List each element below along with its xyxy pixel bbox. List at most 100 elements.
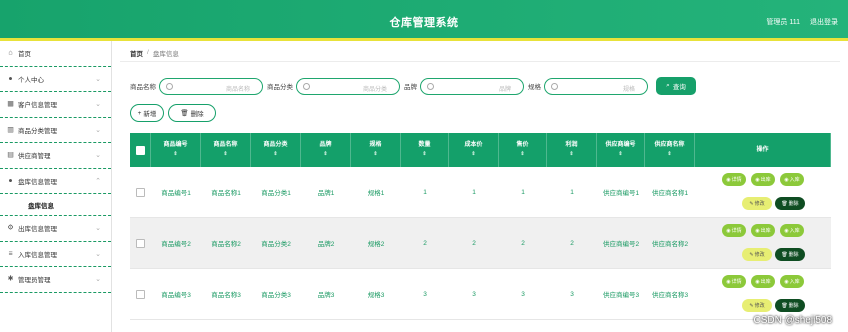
outbound-button[interactable]: ◉ 出库 — [751, 224, 775, 237]
inbound-label: 入库 — [789, 228, 800, 234]
row-delete-button[interactable]: 🗑 删除 — [775, 197, 805, 210]
user-icon: ● — [8, 177, 13, 185]
checkbox[interactable] — [136, 289, 145, 299]
table-cell: 2 — [570, 239, 574, 247]
input-placeholder: 品牌 — [498, 86, 511, 93]
sidebar-item-label: 出库信息管理 — [18, 226, 57, 234]
column-header[interactable]: 售价 ⇕ — [499, 133, 547, 167]
table-cell: 商品名称3 — [211, 292, 241, 299]
outbound-button[interactable]: ◉ 出库 — [751, 173, 775, 186]
checkbox[interactable] — [136, 238, 145, 248]
column-header[interactable]: 供应商名称 ⇕ — [645, 133, 695, 167]
table-row: 商品编号1 商品名称1 商品分类1 品牌1 规格1 1 1 1 1 供应商编号1… — [130, 167, 831, 218]
column-header[interactable]: 品牌 ⇕ — [301, 133, 351, 167]
sidebar-item-inventory[interactable]: ● 盘库信息管理 ⌃ — [0, 169, 111, 194]
column-header[interactable]: 商品编号 ⇕ — [151, 133, 201, 167]
input-placeholder: 商品分类 — [362, 86, 387, 93]
column-header[interactable]: 商品分类 ⇕ — [251, 133, 301, 167]
plus-icon: + — [137, 109, 142, 117]
top-user-area: 管理员 111 退出登录 — [766, 17, 838, 27]
row-delete-button[interactable]: 🗑 删除 — [775, 299, 805, 312]
header-select-all[interactable] — [130, 133, 151, 167]
brand-input[interactable]: 品牌 — [420, 77, 524, 95]
column-header[interactable]: 成本价 ⇕ — [449, 133, 499, 167]
search-bar: 商品名称 商品名称 商品分类 商品分类 品牌 品牌 规格 规格 ⌕ 查询 — [130, 77, 696, 95]
sidebar-item-home[interactable]: ⌂ 首页 — [0, 41, 111, 67]
breadcrumb-home[interactable]: 首页 — [130, 48, 143, 58]
edit-label: 修改 — [754, 252, 765, 258]
inbound-button[interactable]: ◉ 入库 — [780, 275, 804, 288]
sidebar-item-label: 商品分类管理 — [18, 127, 57, 135]
eye-icon: ◉ — [755, 176, 760, 183]
logout-link[interactable]: 退出登录 — [810, 17, 838, 27]
sidebar-item-suppliers[interactable]: ▤ 供应商管理 ⌄ — [0, 143, 111, 169]
edit-button[interactable]: ✎ 修改 — [742, 248, 772, 261]
eye-icon: ◉ — [755, 278, 760, 285]
checkbox[interactable] — [135, 145, 145, 155]
table-cell: 供应商编号2 — [602, 241, 640, 248]
eye-icon: ◉ — [784, 227, 789, 234]
gear-icon: ⚙ — [7, 224, 14, 232]
pencil-icon: ✎ — [749, 302, 754, 309]
sidebar-item-customers[interactable]: ▦ 客户信息管理 ⌄ — [0, 92, 111, 118]
detail-label: 详情 — [731, 228, 742, 234]
sidebar-item-personal[interactable]: ● 个人中心 ⌄ — [0, 67, 111, 92]
sidebar-item-categories[interactable]: ▥ 商品分类管理 ⌄ — [0, 118, 111, 143]
table-cell: 规格2 — [367, 241, 385, 248]
eye-icon: ◉ — [726, 227, 731, 234]
delete-button[interactable]: 🗑 删除 — [168, 104, 216, 122]
column-header[interactable]: 供应商编号 ⇕ — [597, 133, 645, 167]
column-header[interactable]: 利润 ⇕ — [547, 133, 597, 167]
detail-button[interactable]: ◉ 详情 — [722, 224, 746, 237]
column-title: 规格 — [369, 142, 382, 148]
column-header[interactable]: 商品名称 ⇕ — [201, 133, 251, 167]
column-header[interactable]: 数量 ⇕ — [401, 133, 449, 167]
input-placeholder: 规格 — [622, 86, 635, 93]
search-button[interactable]: ⌕ 查询 — [656, 77, 696, 95]
sort-icon: ⇕ — [273, 151, 278, 157]
outbound-label: 出库 — [760, 228, 771, 234]
outbound-button[interactable]: ◉ 出库 — [751, 275, 775, 288]
search-button-label: 查询 — [672, 84, 686, 91]
inbound-button[interactable]: ◉ 入库 — [780, 173, 804, 186]
detail-label: 详情 — [731, 279, 742, 285]
sidebar-subitem-inventory-info[interactable]: 盘库信息 — [0, 194, 111, 216]
column-title: 供应商编号 — [605, 142, 636, 148]
eye-icon: ◉ — [726, 176, 731, 183]
product-name-input[interactable]: 商品名称 — [159, 77, 263, 95]
table-cell: 1 — [472, 188, 476, 196]
search-icon: ⌕ — [666, 82, 670, 89]
row-select[interactable] — [130, 167, 151, 217]
sidebar-item-label: 入库信息管理 — [18, 251, 57, 259]
column-header[interactable]: 规格 ⇕ — [351, 133, 401, 167]
spec-input[interactable]: 规格 — [544, 77, 648, 95]
trash-icon: 🗑 — [781, 302, 788, 309]
delete-label: 删除 — [788, 201, 799, 207]
table-cell: 商品编号3 — [161, 292, 191, 299]
delete-button-label: 删除 — [190, 111, 204, 118]
home-icon: ⌂ — [8, 49, 13, 57]
sidebar-item-admins[interactable]: ✱ 管理员管理 ⌄ — [0, 267, 111, 293]
sort-icon: ⇕ — [173, 151, 178, 157]
search-icon — [427, 82, 434, 90]
inbound-label: 入库 — [789, 279, 800, 285]
row-delete-button[interactable]: 🗑 删除 — [775, 248, 805, 261]
table-cell: 2 — [472, 239, 476, 247]
store-icon: ▤ — [7, 151, 14, 159]
edit-button[interactable]: ✎ 修改 — [742, 299, 772, 312]
row-select[interactable] — [130, 218, 151, 268]
checkbox[interactable] — [136, 187, 145, 197]
sort-icon: ⇕ — [569, 151, 574, 157]
edit-button[interactable]: ✎ 修改 — [742, 197, 772, 210]
row-select[interactable] — [130, 269, 151, 319]
add-button[interactable]: + 新增 — [130, 104, 164, 122]
sidebar-item-outbound[interactable]: ⚙ 出库信息管理 ⌄ — [0, 216, 111, 242]
product-category-input[interactable]: 商品分类 — [296, 77, 400, 95]
sidebar-item-inbound[interactable]: ≡ 入库信息管理 ⌄ — [0, 242, 111, 267]
table-row: 商品编号3 商品名称3 商品分类3 品牌3 规格3 3 3 3 3 供应商编号3… — [130, 269, 831, 320]
detail-button[interactable]: ◉ 详情 — [722, 173, 746, 186]
column-title: 商品名称 — [213, 142, 238, 148]
table-cell: 1 — [570, 188, 574, 196]
inbound-button[interactable]: ◉ 入库 — [780, 224, 804, 237]
detail-button[interactable]: ◉ 详情 — [722, 275, 746, 288]
